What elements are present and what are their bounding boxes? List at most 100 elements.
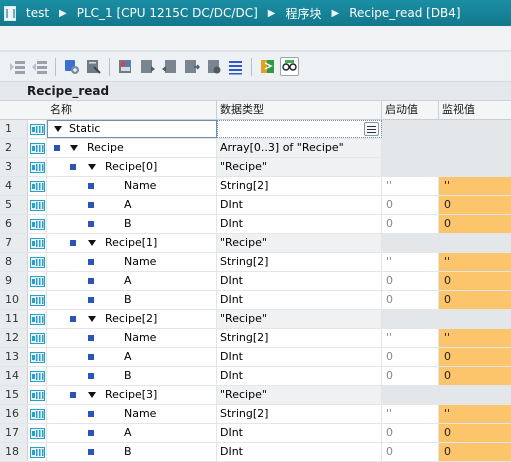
- add-row-icon[interactable]: [30, 57, 49, 76]
- data-type-cell[interactable]: "Recipe": [217, 386, 382, 404]
- collapse-triangle-icon[interactable]: [88, 316, 96, 322]
- collapse-triangle-icon[interactable]: [70, 145, 78, 151]
- breadcrumb-block[interactable]: Recipe_read [DB4]: [345, 6, 464, 20]
- table-row[interactable]: 2 Recipe Array[0..3] of "Recipe": [0, 139, 511, 158]
- row-number[interactable]: 1: [0, 120, 28, 138]
- breadcrumb-program-blocks[interactable]: 程序块: [281, 5, 325, 22]
- column-header-start-value[interactable]: 启动值: [382, 101, 439, 119]
- row-number[interactable]: 7: [0, 234, 28, 252]
- type-list-button[interactable]: [364, 122, 379, 136]
- name-cell[interactable]: B: [47, 215, 217, 233]
- collapse-triangle-icon[interactable]: [54, 126, 62, 132]
- data-type-cell[interactable]: String[2]: [217, 405, 382, 423]
- table-row[interactable]: 18 B DInt 0 0: [0, 443, 511, 462]
- table-row[interactable]: 4 Name String[2] '' '': [0, 177, 511, 196]
- row-number[interactable]: 12: [0, 329, 28, 347]
- start-value-cell[interactable]: 0: [382, 443, 439, 461]
- start-value-cell[interactable]: [382, 386, 439, 404]
- data-type-cell[interactable]: DInt: [217, 348, 382, 366]
- table-row[interactable]: 3 Recipe[0] "Recipe": [0, 158, 511, 177]
- name-cell[interactable]: Recipe[1]: [47, 234, 217, 252]
- table-row[interactable]: 6 B DInt 0 0: [0, 215, 511, 234]
- start-value-cell[interactable]: [382, 139, 439, 157]
- column-header-type[interactable]: 数据类型: [217, 101, 382, 119]
- table-row[interactable]: 8 Name String[2] '' '': [0, 253, 511, 272]
- copy-snapshot-icon[interactable]: [138, 57, 157, 76]
- table-row[interactable]: 15 Recipe[3] "Recipe": [0, 386, 511, 405]
- data-type-cell[interactable]: DInt: [217, 367, 382, 385]
- column-header-monitor-value[interactable]: 监视值: [439, 101, 511, 119]
- name-cell[interactable]: A: [47, 272, 217, 290]
- data-type-cell[interactable]: "Recipe": [217, 234, 382, 252]
- expand-icon[interactable]: [62, 57, 81, 76]
- row-number[interactable]: 5: [0, 196, 28, 214]
- table-row[interactable]: 10 B DInt 0 0: [0, 291, 511, 310]
- start-value-cell[interactable]: [382, 120, 439, 138]
- start-value-cell[interactable]: 0: [382, 291, 439, 309]
- start-value-cell[interactable]: 0: [382, 272, 439, 290]
- keep-actual-values-icon[interactable]: [84, 57, 103, 76]
- insert-row-icon[interactable]: [8, 57, 27, 76]
- data-type-cell[interactable]: String[2]: [217, 253, 382, 271]
- name-cell[interactable]: B: [47, 443, 217, 461]
- row-number[interactable]: 3: [0, 158, 28, 176]
- name-cell[interactable]: A: [47, 348, 217, 366]
- data-type-cell[interactable]: DInt: [217, 291, 382, 309]
- start-value-cell[interactable]: 0: [382, 215, 439, 233]
- row-number[interactable]: 16: [0, 405, 28, 423]
- name-cell[interactable]: A: [47, 196, 217, 214]
- name-cell[interactable]: Name: [47, 329, 217, 347]
- monitor-icon[interactable]: [258, 57, 277, 76]
- start-value-cell[interactable]: '': [382, 253, 439, 271]
- name-cell[interactable]: Recipe[0]: [47, 158, 217, 176]
- row-number[interactable]: 17: [0, 424, 28, 442]
- data-type-cell[interactable]: DInt: [217, 196, 382, 214]
- name-cell[interactable]: Name: [47, 405, 217, 423]
- data-type-cell[interactable]: [217, 120, 382, 138]
- row-number[interactable]: 14: [0, 367, 28, 385]
- data-type-cell[interactable]: DInt: [217, 215, 382, 233]
- table-row[interactable]: 5 A DInt 0 0: [0, 196, 511, 215]
- name-cell[interactable]: A: [47, 424, 217, 442]
- data-type-cell[interactable]: "Recipe": [217, 158, 382, 176]
- name-cell[interactable]: B: [47, 291, 217, 309]
- row-number[interactable]: 6: [0, 215, 28, 233]
- row-number[interactable]: 11: [0, 310, 28, 328]
- load-snapshot-icon[interactable]: [160, 57, 179, 76]
- name-cell[interactable]: Name: [47, 177, 217, 195]
- row-number[interactable]: 2: [0, 139, 28, 157]
- table-row[interactable]: 1 Static: [0, 120, 511, 139]
- start-value-cell[interactable]: 0: [382, 424, 439, 442]
- breadcrumb-plc[interactable]: PLC_1 [CPU 1215C DC/DC/DC]: [73, 6, 262, 20]
- table-row[interactable]: 7 Recipe[1] "Recipe": [0, 234, 511, 253]
- list-view-icon[interactable]: [226, 57, 245, 76]
- row-number[interactable]: 4: [0, 177, 28, 195]
- data-type-cell[interactable]: String[2]: [217, 329, 382, 347]
- data-type-cell[interactable]: Array[0..3] of "Recipe": [217, 139, 382, 157]
- start-value-cell[interactable]: 0: [382, 348, 439, 366]
- data-type-cell[interactable]: String[2]: [217, 177, 382, 195]
- table-row[interactable]: 14 B DInt 0 0: [0, 367, 511, 386]
- data-type-cell[interactable]: "Recipe": [217, 310, 382, 328]
- data-type-cell[interactable]: DInt: [217, 443, 382, 461]
- collapse-triangle-icon[interactable]: [88, 164, 96, 170]
- row-number[interactable]: 9: [0, 272, 28, 290]
- start-value-cell[interactable]: '': [382, 177, 439, 195]
- table-row[interactable]: 9 A DInt 0 0: [0, 272, 511, 291]
- row-number[interactable]: 8: [0, 253, 28, 271]
- start-value-cell[interactable]: [382, 310, 439, 328]
- row-number[interactable]: 13: [0, 348, 28, 366]
- table-row[interactable]: 17 A DInt 0 0: [0, 424, 511, 443]
- start-value-cell[interactable]: 0: [382, 367, 439, 385]
- data-type-cell[interactable]: DInt: [217, 424, 382, 442]
- collapse-triangle-icon[interactable]: [88, 392, 96, 398]
- snapshot-icon[interactable]: [116, 57, 135, 76]
- name-cell[interactable]: B: [47, 367, 217, 385]
- collapse-triangle-icon[interactable]: [88, 240, 96, 246]
- start-value-cell[interactable]: '': [382, 329, 439, 347]
- start-value-cell[interactable]: [382, 234, 439, 252]
- name-cell[interactable]: Static: [47, 120, 217, 138]
- start-value-cell[interactable]: [382, 158, 439, 176]
- table-row[interactable]: 11 Recipe[2] "Recipe": [0, 310, 511, 329]
- row-number[interactable]: 10: [0, 291, 28, 309]
